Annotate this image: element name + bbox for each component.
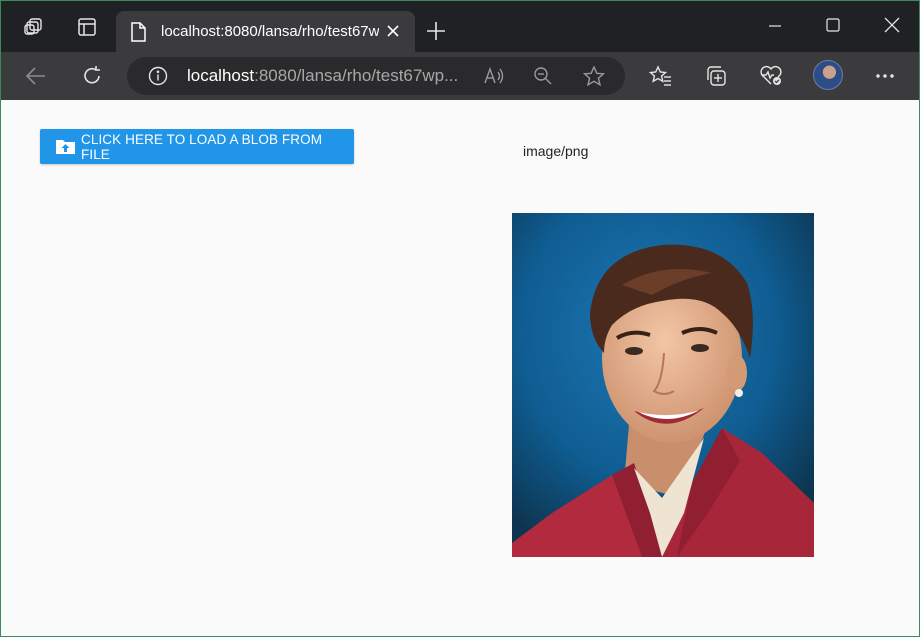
upload-folder-icon [55,138,76,155]
page-icon [130,22,146,47]
address-host: localhost [187,66,255,85]
browser-essentials-icon[interactable] [759,64,783,88]
new-tab-icon[interactable] [426,21,446,46]
favorites-icon[interactable] [649,64,673,88]
tab-title: localhost:8080/lansa/rho/test67w [161,23,379,40]
browser-window: localhost:8080/lansa/rho/test67w localho… [1,1,919,636]
mime-type-label: image/png [523,143,589,159]
workspaces-icon[interactable] [22,15,46,39]
address-url: localhost:8080/lansa/rho/test67wp... [187,66,477,86]
page-content: CLICK HERE TO LOAD A BLOB FROM FILE imag… [1,100,919,636]
address-bar[interactable]: localhost:8080/lansa/rho/test67wp... [127,57,625,95]
minimize-icon[interactable] [768,16,782,41]
collections-icon[interactable] [704,64,728,88]
more-icon[interactable] [873,64,897,88]
refresh-icon[interactable] [80,64,104,88]
info-icon[interactable] [148,66,168,91]
window-close-icon[interactable] [884,16,900,41]
active-tab[interactable]: localhost:8080/lansa/rho/test67w [116,11,415,52]
avatar[interactable] [813,60,843,90]
browser-toolbar: localhost:8080/lansa/rho/test67wp... [1,52,919,100]
load-blob-button[interactable]: CLICK HERE TO LOAD A BLOB FROM FILE [40,129,354,164]
address-path: :8080/lansa/rho/test67wp... [254,66,459,85]
back-icon[interactable] [24,64,48,88]
loaded-image [512,213,814,557]
favorite-icon[interactable] [582,65,606,91]
load-blob-label: CLICK HERE TO LOAD A BLOB FROM FILE [81,131,323,162]
read-aloud-icon[interactable] [483,66,505,91]
tab-bar: localhost:8080/lansa/rho/test67w [1,1,919,52]
close-icon[interactable] [386,24,400,43]
zoom-out-icon[interactable] [533,66,553,91]
tab-actions-icon[interactable] [75,15,99,39]
maximize-icon[interactable] [826,16,840,41]
